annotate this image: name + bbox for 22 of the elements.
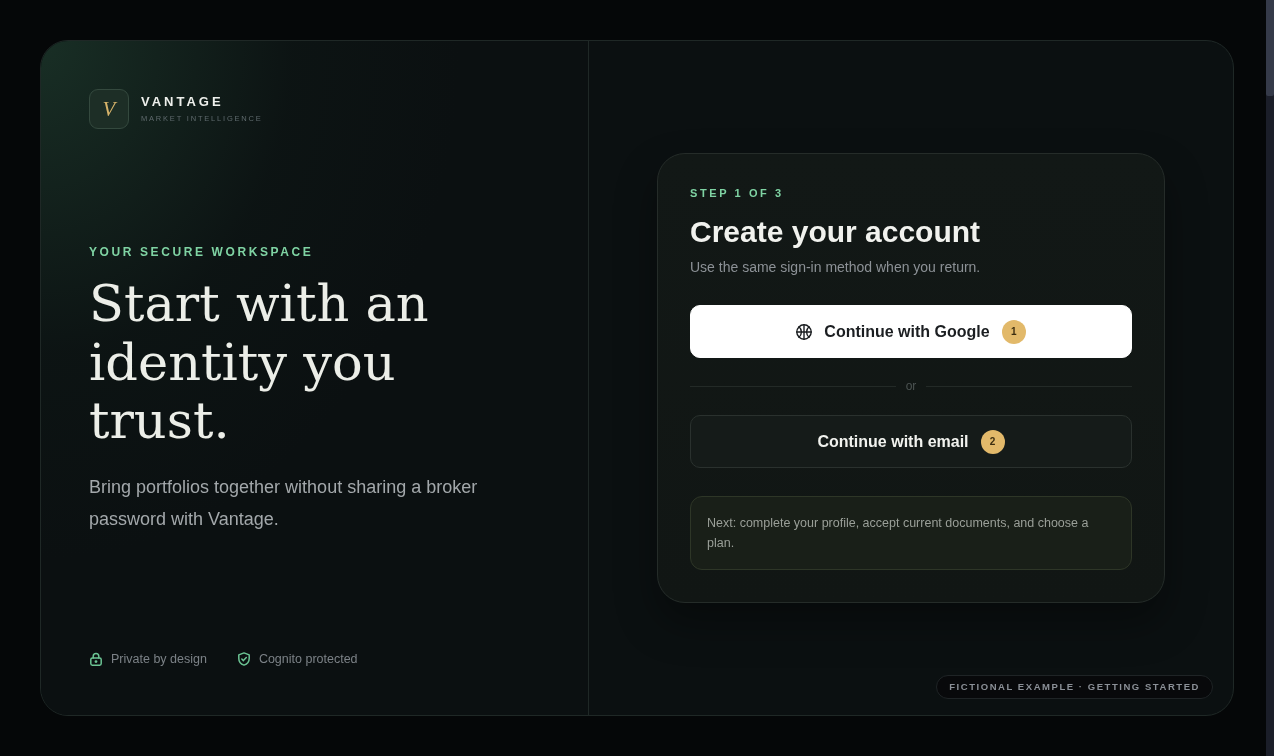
logo-mark: V [89, 89, 129, 129]
scrollbar[interactable] [1266, 0, 1274, 756]
description-text: Bring portfolios together without sharing a broker password with Vantage. [89, 475, 479, 531]
form-subtitle: Use the same sign-in method when you return. [690, 258, 982, 277]
example-tag: FICTIONAL EXAMPLE · GETTING STARTED [936, 675, 1213, 699]
shield-icon [236, 652, 251, 666]
step-number-badge: 2 [980, 429, 1005, 454]
info-note: Next: complete your profile, accept current documents, and choose a plan. [690, 496, 1132, 570]
eyebrow-text: YOUR SECURE WORKSPACE [89, 245, 315, 260]
step-number-badge: 1 [1001, 319, 1026, 344]
headline: Start with an identity you trust. [89, 275, 430, 451]
trust-label: Private by design [111, 651, 207, 667]
trust-label: Cognito protected [258, 651, 358, 667]
scrollbar-thumb[interactable] [1266, 0, 1274, 96]
lock-icon [89, 652, 103, 666]
step-label: STEP 1 OF 3 [690, 186, 785, 201]
sign-in-button[interactable]: Continue with Google 1 [690, 305, 1132, 358]
sign-in-button[interactable]: Continue with email 2 [690, 415, 1132, 468]
form-title: Create your account [690, 214, 982, 250]
divider-text: or [905, 378, 917, 394]
brand-name: VANTAGE [141, 94, 225, 110]
ball-icon [796, 323, 813, 340]
